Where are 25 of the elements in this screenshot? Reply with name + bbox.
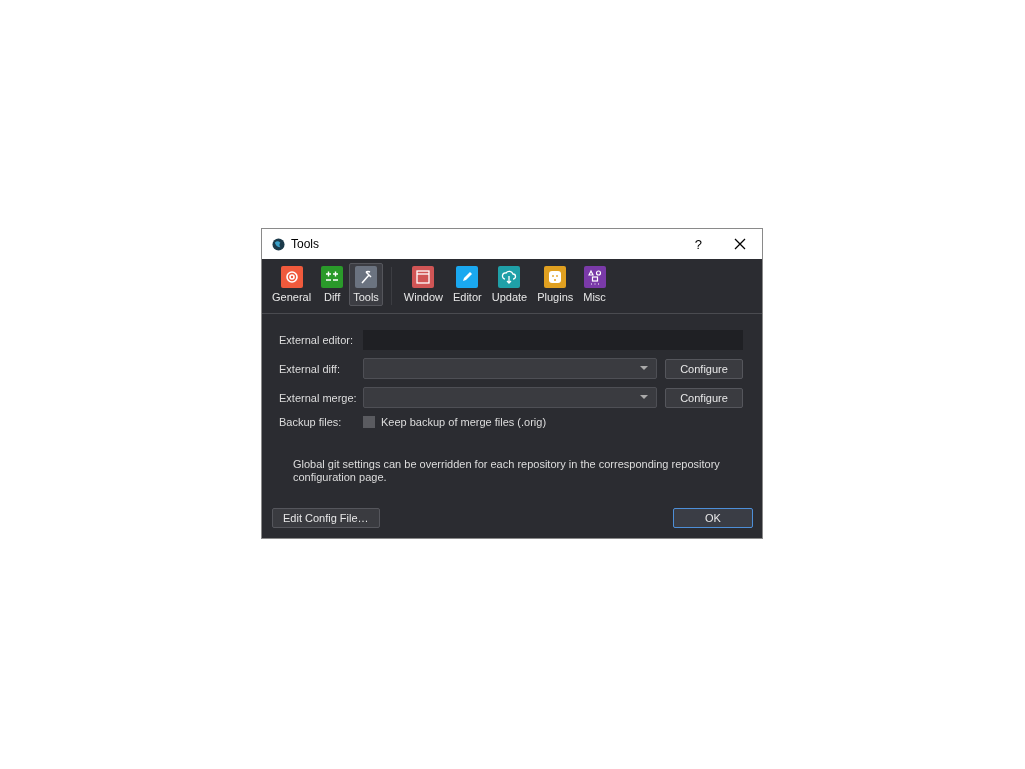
settings-tab[interactable]: General bbox=[268, 263, 316, 306]
configure-button[interactable]: Configure bbox=[665, 358, 743, 379]
help-button[interactable]: ? bbox=[694, 236, 702, 252]
field-label: External diff: bbox=[279, 362, 341, 375]
ok-button[interactable]: OK bbox=[673, 508, 753, 528]
field-label: External merge: bbox=[279, 391, 358, 404]
checkbox[interactable] bbox=[363, 416, 375, 428]
configure-button[interactable]: Configure bbox=[665, 387, 743, 408]
globe-icon bbox=[272, 237, 285, 251]
edit-config-button[interactable]: Edit Config File… bbox=[272, 508, 380, 528]
settings-tab[interactable]: Misc bbox=[579, 263, 610, 306]
settings-tab[interactable]: Update bbox=[487, 263, 532, 306]
close-icon[interactable] bbox=[734, 238, 746, 250]
field-label: Backup files: bbox=[279, 416, 343, 428]
external-merge-dropdown[interactable] bbox=[363, 387, 657, 408]
settings-tab[interactable]: Diff bbox=[317, 263, 348, 306]
settings-tab[interactable]: Tools bbox=[349, 263, 383, 306]
checkbox-label[interactable]: Keep backup of merge files (.orig) bbox=[381, 416, 547, 428]
window-title: Tools bbox=[291, 237, 320, 251]
field-label: External editor: bbox=[279, 334, 354, 346]
settings-tab[interactable]: Plugins bbox=[533, 263, 578, 306]
info-text: Global git settings can be overridden for each repository in the corresponding repository configuration page. bbox=[293, 458, 721, 484]
settings-tab[interactable]: Window bbox=[399, 263, 447, 306]
external-diff-dropdown[interactable] bbox=[363, 358, 657, 379]
settings-tab[interactable]: Editor bbox=[448, 263, 486, 306]
